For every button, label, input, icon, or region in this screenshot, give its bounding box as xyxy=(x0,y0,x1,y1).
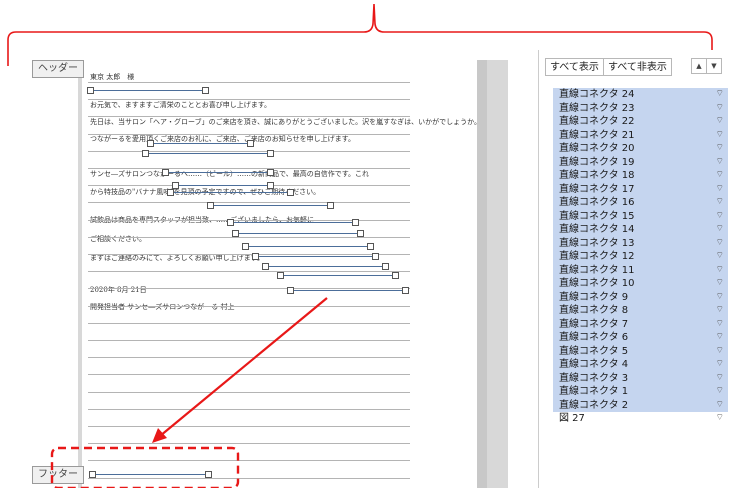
selection-item[interactable]: 直線コネクタ 19 ⌔ xyxy=(553,155,728,170)
visibility-eye-icon[interactable]: ⌔ xyxy=(716,331,724,345)
selection-item[interactable]: 直線コネクタ 16 ⌔ xyxy=(553,196,728,210)
selection-item[interactable]: 直線コネクタ 13 ⌔ xyxy=(553,236,728,251)
hide-all-button[interactable]: すべて非表示 xyxy=(603,58,672,76)
selection-item-label: 直線コネクタ 15 xyxy=(559,210,635,222)
selection-item-label: 直線コネクタ 3 xyxy=(559,372,629,384)
selection-item-label: 直線コネクタ 24 xyxy=(559,89,635,100)
selection-item[interactable]: 直線コネクタ 17 ⌔ xyxy=(553,182,728,197)
selection-item-label: 直線コネクタ 17 xyxy=(559,183,635,195)
visibility-eye-icon[interactable]: ⌔ xyxy=(716,142,724,156)
send-backward-icon[interactable]: ▼ xyxy=(706,58,722,74)
selection-item[interactable]: 直線コネクタ 22 ⌔ xyxy=(553,115,728,129)
selection-item[interactable]: 図 27 ⌔ xyxy=(553,412,728,426)
visibility-eye-icon[interactable]: ⌔ xyxy=(716,88,724,102)
selection-item[interactable]: 直線コネクタ 8 ⌔ xyxy=(553,304,728,318)
selection-item-label: 直線コネクタ 14 xyxy=(559,224,635,235)
selection-item-label: 直線コネクタ 5 xyxy=(559,345,629,357)
visibility-eye-icon[interactable]: ⌔ xyxy=(716,223,724,237)
visibility-eye-icon[interactable]: ⌔ xyxy=(716,385,724,399)
visibility-eye-icon[interactable]: ⌔ xyxy=(716,102,724,116)
selection-item[interactable]: 直線コネクタ 5 ⌔ xyxy=(553,344,728,359)
visibility-eye-icon[interactable]: ⌔ xyxy=(716,115,724,129)
selection-item-label: 直線コネクタ 12 xyxy=(559,251,635,262)
show-all-button[interactable]: すべて表示 xyxy=(545,58,604,76)
selection-item-label: 直線コネクタ 6 xyxy=(559,332,629,343)
selection-item[interactable]: 直線コネクタ 18 ⌔ xyxy=(553,169,728,183)
selection-item[interactable]: 直線コネクタ 4 ⌔ xyxy=(553,358,728,372)
selection-pane: すべて表示 すべて非表示 ▲ ▼ 直線コネクタ 24 ⌔ 直線コネクタ 23 ⌔ 直線コ… xyxy=(538,50,729,488)
visibility-eye-icon[interactable]: ⌔ xyxy=(716,412,724,426)
selection-item[interactable]: 直線コネクタ 14 ⌔ xyxy=(553,223,728,237)
selection-item[interactable]: 直線コネクタ 3 ⌔ xyxy=(553,371,728,386)
visibility-eye-icon[interactable]: ⌔ xyxy=(716,345,724,359)
selection-item[interactable]: 直線コネクタ 6 ⌔ xyxy=(553,331,728,345)
selection-item-label: 直線コネクタ 7 xyxy=(559,318,629,330)
selection-item[interactable]: 直線コネクタ 9 ⌔ xyxy=(553,290,728,305)
selection-item-label: 直線コネクタ 18 xyxy=(559,170,635,181)
visibility-eye-icon[interactable]: ⌔ xyxy=(716,277,724,291)
visibility-eye-icon[interactable]: ⌔ xyxy=(716,169,724,183)
selection-item[interactable]: 直線コネクタ 7 ⌔ xyxy=(553,317,728,332)
selection-item-label: 直線コネクタ 10 xyxy=(559,278,635,289)
visibility-eye-icon[interactable]: ⌔ xyxy=(716,264,724,278)
visibility-eye-icon[interactable]: ⌔ xyxy=(716,291,724,305)
selection-item-label: 直線コネクタ 9 xyxy=(559,291,629,303)
selection-item-label: 直線コネクタ 16 xyxy=(559,197,635,208)
visibility-eye-icon[interactable]: ⌔ xyxy=(716,156,724,170)
visibility-eye-icon[interactable]: ⌔ xyxy=(716,358,724,372)
visibility-eye-icon[interactable]: ⌔ xyxy=(716,318,724,332)
selection-item[interactable]: 直線コネクタ 15 ⌔ xyxy=(553,209,728,224)
selection-item[interactable]: 直線コネクタ 12 ⌔ xyxy=(553,250,728,264)
selection-item-label: 直線コネクタ 13 xyxy=(559,237,635,249)
selection-item[interactable]: 直線コネクタ 1 ⌔ xyxy=(553,385,728,399)
selection-item-label: 直線コネクタ 20 xyxy=(559,143,635,154)
selection-item[interactable]: 直線コネクタ 11 ⌔ xyxy=(553,263,728,278)
selection-item-label: 直線コネクタ 19 xyxy=(559,156,635,168)
selection-item[interactable]: 直線コネクタ 21 ⌔ xyxy=(553,128,728,143)
visibility-eye-icon[interactable]: ⌔ xyxy=(716,237,724,251)
selection-item-label: 直線コネクタ 22 xyxy=(559,116,635,127)
visibility-eye-icon[interactable]: ⌔ xyxy=(716,210,724,224)
selection-item-label: 図 27 xyxy=(559,413,585,424)
selection-item[interactable]: 直線コネクタ 10 ⌔ xyxy=(553,277,728,291)
selection-item[interactable]: 直線コネクタ 2 ⌔ xyxy=(553,398,728,413)
visibility-eye-icon[interactable]: ⌔ xyxy=(716,399,724,413)
selection-item-label: 直線コネクタ 1 xyxy=(559,386,629,397)
visibility-eye-icon[interactable]: ⌔ xyxy=(716,196,724,210)
selection-item-label: 直線コネクタ 21 xyxy=(559,129,635,141)
selection-item-label: 直線コネクタ 2 xyxy=(559,399,629,411)
visibility-eye-icon[interactable]: ⌔ xyxy=(716,250,724,264)
selection-item[interactable]: 直線コネクタ 20 ⌔ xyxy=(553,142,728,156)
selection-item-label: 直線コネクタ 11 xyxy=(559,264,635,276)
selection-list: 直線コネクタ 24 ⌔ 直線コネクタ 23 ⌔ 直線コネクタ 22 ⌔ 直線コネクタ 21 ⌔… xyxy=(553,88,728,426)
selection-item[interactable]: 直線コネクタ 23 ⌔ xyxy=(553,101,728,116)
selection-item[interactable]: 直線コネクタ 24 ⌔ xyxy=(553,88,728,102)
visibility-eye-icon[interactable]: ⌔ xyxy=(716,129,724,143)
visibility-eye-icon[interactable]: ⌔ xyxy=(716,183,724,197)
arrowhead-icon xyxy=(152,428,167,443)
visibility-eye-icon[interactable]: ⌔ xyxy=(716,304,724,318)
selection-item-label: 直線コネクタ 4 xyxy=(559,359,629,370)
selection-item-label: 直線コネクタ 23 xyxy=(559,102,635,114)
bring-forward-icon[interactable]: ▲ xyxy=(691,58,707,74)
visibility-eye-icon[interactable]: ⌔ xyxy=(716,372,724,386)
selection-item-label: 直線コネクタ 8 xyxy=(559,305,629,316)
